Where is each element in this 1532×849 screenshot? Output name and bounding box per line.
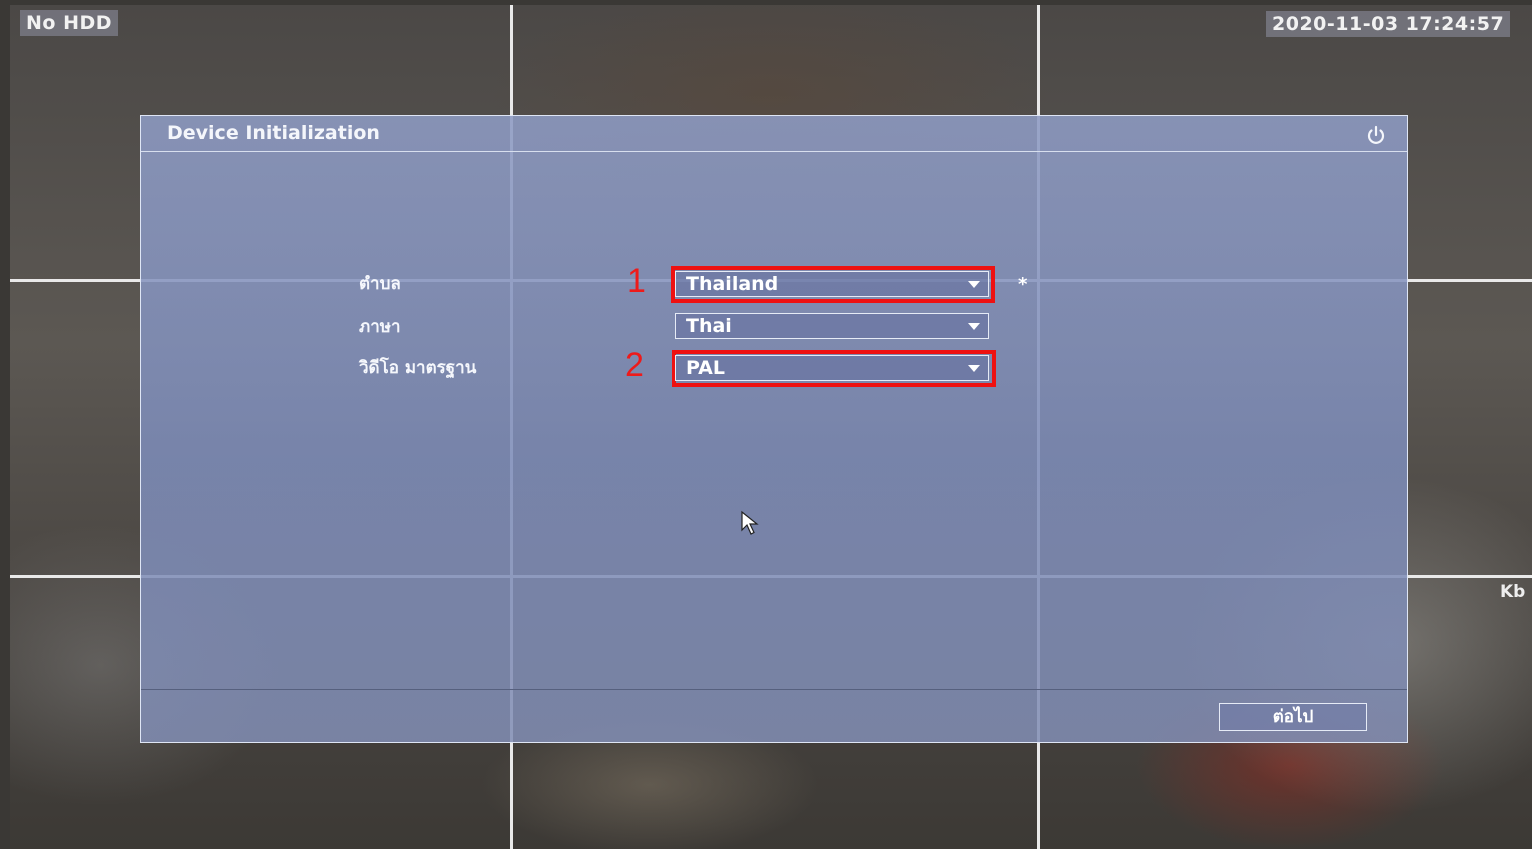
required-mark: *	[1018, 274, 1028, 295]
language-label: ภาษา	[359, 317, 401, 337]
device-initialization-dialog: Device Initialization ตำบล 1 Thailand * …	[140, 115, 1408, 743]
dropdown-arrow-icon	[968, 281, 980, 288]
footer-divider	[141, 689, 1407, 690]
annotation-marker-2: 2	[625, 346, 644, 384]
datetime-display: 2020-11-03 17:24:57	[1266, 11, 1511, 37]
language-select[interactable]: Thai	[675, 313, 989, 339]
next-button[interactable]: ต่อไป	[1219, 703, 1367, 731]
bitrate-label: Kb	[1500, 582, 1526, 602]
hdd-status-label: No HDD	[20, 10, 119, 36]
dialog-title: Device Initialization	[167, 122, 380, 144]
title-divider	[141, 151, 1407, 152]
dropdown-arrow-icon	[968, 365, 980, 372]
power-icon[interactable]	[1365, 124, 1387, 146]
video-standard-label: วิดีโอ มาตรฐาน	[359, 358, 477, 378]
region-select-value: Thailand	[686, 273, 779, 295]
mouse-cursor-icon	[741, 510, 759, 535]
region-select[interactable]: Thailand	[675, 271, 989, 297]
video-standard-select-value: PAL	[686, 357, 725, 379]
language-select-value: Thai	[686, 315, 732, 337]
region-label: ตำบล	[359, 274, 401, 294]
dropdown-arrow-icon	[968, 323, 980, 330]
annotation-marker-1: 1	[627, 262, 646, 300]
video-standard-select[interactable]: PAL	[675, 355, 989, 381]
